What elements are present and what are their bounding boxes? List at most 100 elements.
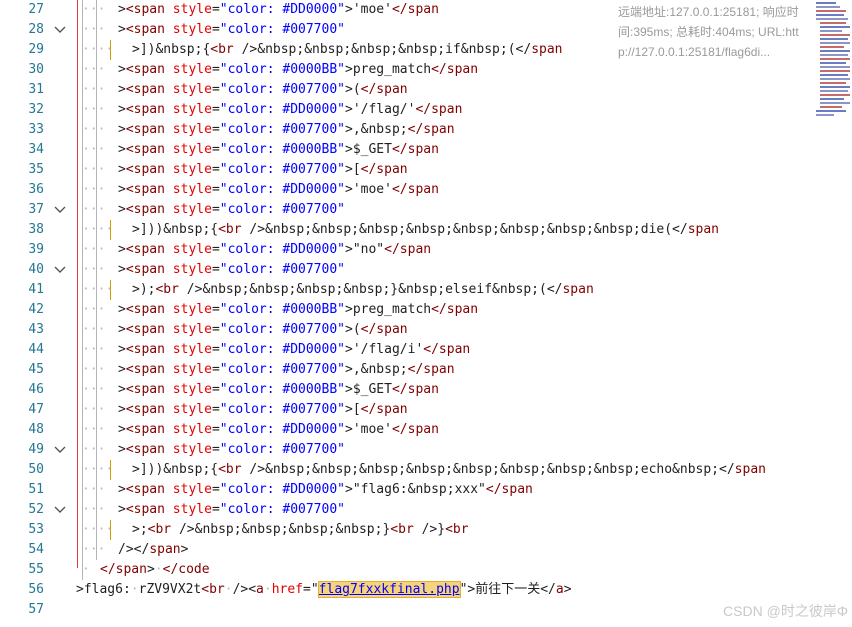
code-token: = — [211, 82, 220, 97]
tooltip-line-1: 远端地址:127.0.0.1:25181; 响应时 — [618, 5, 799, 19]
code-line[interactable]: 47 ··· ><span style="color: #007700">[</sp… — [0, 400, 852, 420]
code-token: = — [211, 302, 220, 317]
code-text: ><span style="color: #007700" — [118, 260, 345, 280]
code-line[interactable]: 51 ··· ><span style="color: #DD0000">"flag… — [0, 480, 852, 500]
code-line[interactable]: 49 ··· ><span style="color: #007700" — [0, 440, 852, 460]
chevron-down-icon[interactable] — [50, 20, 70, 40]
code-token: style — [172, 62, 212, 77]
code-token: = — [211, 102, 220, 117]
code-token: </span — [360, 402, 408, 417]
code-token: </span — [391, 142, 439, 157]
code-line[interactable]: 36 ··· ><span style="color: #DD0000">'moe'… — [0, 180, 852, 200]
code-token: > — [146, 562, 155, 577]
code-token: >preg_match — [345, 302, 432, 317]
code-token: </span — [431, 62, 479, 77]
code-token: >'/flag/i' — [345, 342, 424, 357]
code-line[interactable]: 33 ··· ><span style="color: #007700">,&nbs… — [0, 120, 852, 140]
code-text: >flag6:·rZV9VX2t<br·/><a·href="flag7fxxk… — [76, 580, 572, 600]
code-token: "color: #DD0000" — [219, 342, 345, 357]
code-line[interactable]: 32 ··· ><span style="color: #DD0000">'/fla… — [0, 100, 852, 120]
code-token: <br — [147, 522, 179, 537]
code-token: style — [172, 382, 212, 397]
code-line[interactable]: 37 ··· ><span style="color: #007700" — [0, 200, 852, 220]
code-token: >"flag6:&nbsp;xxx" — [345, 482, 486, 497]
code-token: <span — [125, 242, 173, 257]
code-line[interactable]: 34 ··· ><span style="color: #0000BB">$_GET… — [0, 140, 852, 160]
code-token: > — [180, 542, 189, 557]
code-token: />&nbsp;&nbsp;&nbsp;&nbsp;} — [178, 522, 391, 537]
whitespace-marker: · — [82, 562, 90, 577]
whitespace-marker: ··· — [82, 542, 106, 557]
line-number: 47 — [28, 402, 44, 417]
chevron-down-icon[interactable] — [50, 200, 70, 220]
chevron-down-icon[interactable] — [50, 260, 70, 280]
code-token: style — [172, 302, 212, 317]
code-token: style — [172, 482, 212, 497]
minimap[interactable] — [814, 0, 852, 120]
code-token: >[ — [345, 402, 361, 417]
code-text: ><span style="color: #0000BB">$_GET</spa… — [118, 380, 439, 400]
code-line[interactable]: 42 ··· ><span style="color: #0000BB">preg_… — [0, 300, 852, 320]
code-token: </span — [423, 342, 471, 357]
code-line[interactable]: 31 ··· ><span style="color: #007700">(</sp… — [0, 80, 852, 100]
code-line[interactable]: 35 ··· ><span style="color: #007700">[</sp… — [0, 160, 852, 180]
code-line[interactable]: 55 · </span>·</code — [0, 560, 852, 580]
code-token: <span — [125, 162, 173, 177]
line-number: 40 — [28, 262, 44, 277]
code-line[interactable]: 39 ··· ><span style="color: #DD0000">"no"<… — [0, 240, 852, 260]
code-text: ><span style="color: #007700" — [118, 200, 345, 220]
code-line[interactable]: 53 ···· >;<br />&nbsp;&nbsp;&nbsp;&nbsp;}<… — [0, 520, 852, 540]
code-text: ><span style="color: #DD0000">'moe'</spa… — [118, 420, 439, 440]
code-token: <span — [125, 302, 173, 317]
code-text: ><span style="color: #007700" — [118, 500, 345, 520]
code-token: />< — [232, 582, 257, 597]
code-line[interactable]: 38 ···· >]))&nbsp;{<br />&nbsp;&nbsp;&nbsp… — [0, 220, 852, 240]
code-token: = — [211, 322, 220, 337]
whitespace-marker: ··· — [82, 482, 106, 497]
code-token: "color: #007700" — [219, 162, 345, 177]
code-token: </span — [360, 322, 408, 337]
code-token: > — [118, 362, 126, 377]
code-line[interactable]: 41 ···· >);<br />&nbsp;&nbsp;&nbsp;&nbsp;}… — [0, 280, 852, 300]
selected-link-text[interactable]: flag7fxxkfinal.php — [317, 581, 461, 598]
whitespace-marker: ··· — [82, 422, 106, 437]
code-token: "color: #0000BB" — [219, 142, 345, 157]
line-number: 29 — [28, 42, 44, 57]
code-line[interactable]: 40 ··· ><span style="color: #007700" — [0, 260, 852, 280]
code-token: />&nbsp;&nbsp;&nbsp;&nbsp;&nbsp;&nbsp;&n… — [249, 462, 735, 477]
code-line[interactable]: 48 ··· ><span style="color: #DD0000">'moe'… — [0, 420, 852, 440]
code-line[interactable]: 46 ··· ><span style="color: #0000BB">$_GET… — [0, 380, 852, 400]
code-line[interactable]: 52 ··· ><span style="color: #007700" — [0, 500, 852, 520]
code-token: <span — [125, 382, 173, 397]
code-token: ">前往下一关</ — [459, 582, 556, 597]
chevron-down-icon[interactable] — [50, 440, 70, 460]
chevron-down-icon[interactable] — [50, 500, 70, 520]
code-text: </span>·</code — [100, 560, 210, 580]
code-text: ><span style="color: #007700">,&nbsp;</s… — [118, 360, 455, 380]
code-token: style — [172, 342, 212, 357]
whitespace-marker: ···· — [82, 222, 114, 237]
line-number: 42 — [28, 302, 44, 317]
whitespace-marker: ···· — [82, 522, 114, 537]
whitespace-marker: ··· — [82, 62, 106, 77]
code-token: <span — [125, 22, 173, 37]
code-text: ><span style="color: #007700">(</span — [118, 320, 408, 340]
code-token: <br — [210, 42, 242, 57]
line-number: 31 — [28, 82, 44, 97]
code-token: <span — [125, 402, 173, 417]
code-token: style — [172, 162, 212, 177]
line-number: 54 — [28, 542, 44, 557]
code-token: > — [118, 102, 126, 117]
code-line[interactable]: 43 ··· ><span style="color: #007700">(</sp… — [0, 320, 852, 340]
code-editor[interactable]: 27 ··· ><span style="color: #DD0000">'moe'… — [0, 0, 852, 627]
code-line[interactable]: 56 >flag6:·rZV9VX2t<br·/><a·href="flag7fx… — [0, 580, 852, 600]
code-line[interactable]: 30 ··· ><span style="color: #0000BB">preg_… — [0, 60, 852, 80]
whitespace-marker: ··· — [82, 262, 106, 277]
code-token: >'moe' — [345, 2, 392, 17]
code-token: · — [224, 582, 233, 597]
code-line[interactable]: 44 ··· ><span style="color: #DD0000">'/fla… — [0, 340, 852, 360]
code-line[interactable]: 45 ··· ><span style="color: #007700">,&nbs… — [0, 360, 852, 380]
code-line[interactable]: 54 ··· /></span> — [0, 540, 852, 560]
code-token: > — [118, 422, 126, 437]
code-line[interactable]: 50 ···· >]))&nbsp;{<br />&nbsp;&nbsp;&nbsp… — [0, 460, 852, 480]
